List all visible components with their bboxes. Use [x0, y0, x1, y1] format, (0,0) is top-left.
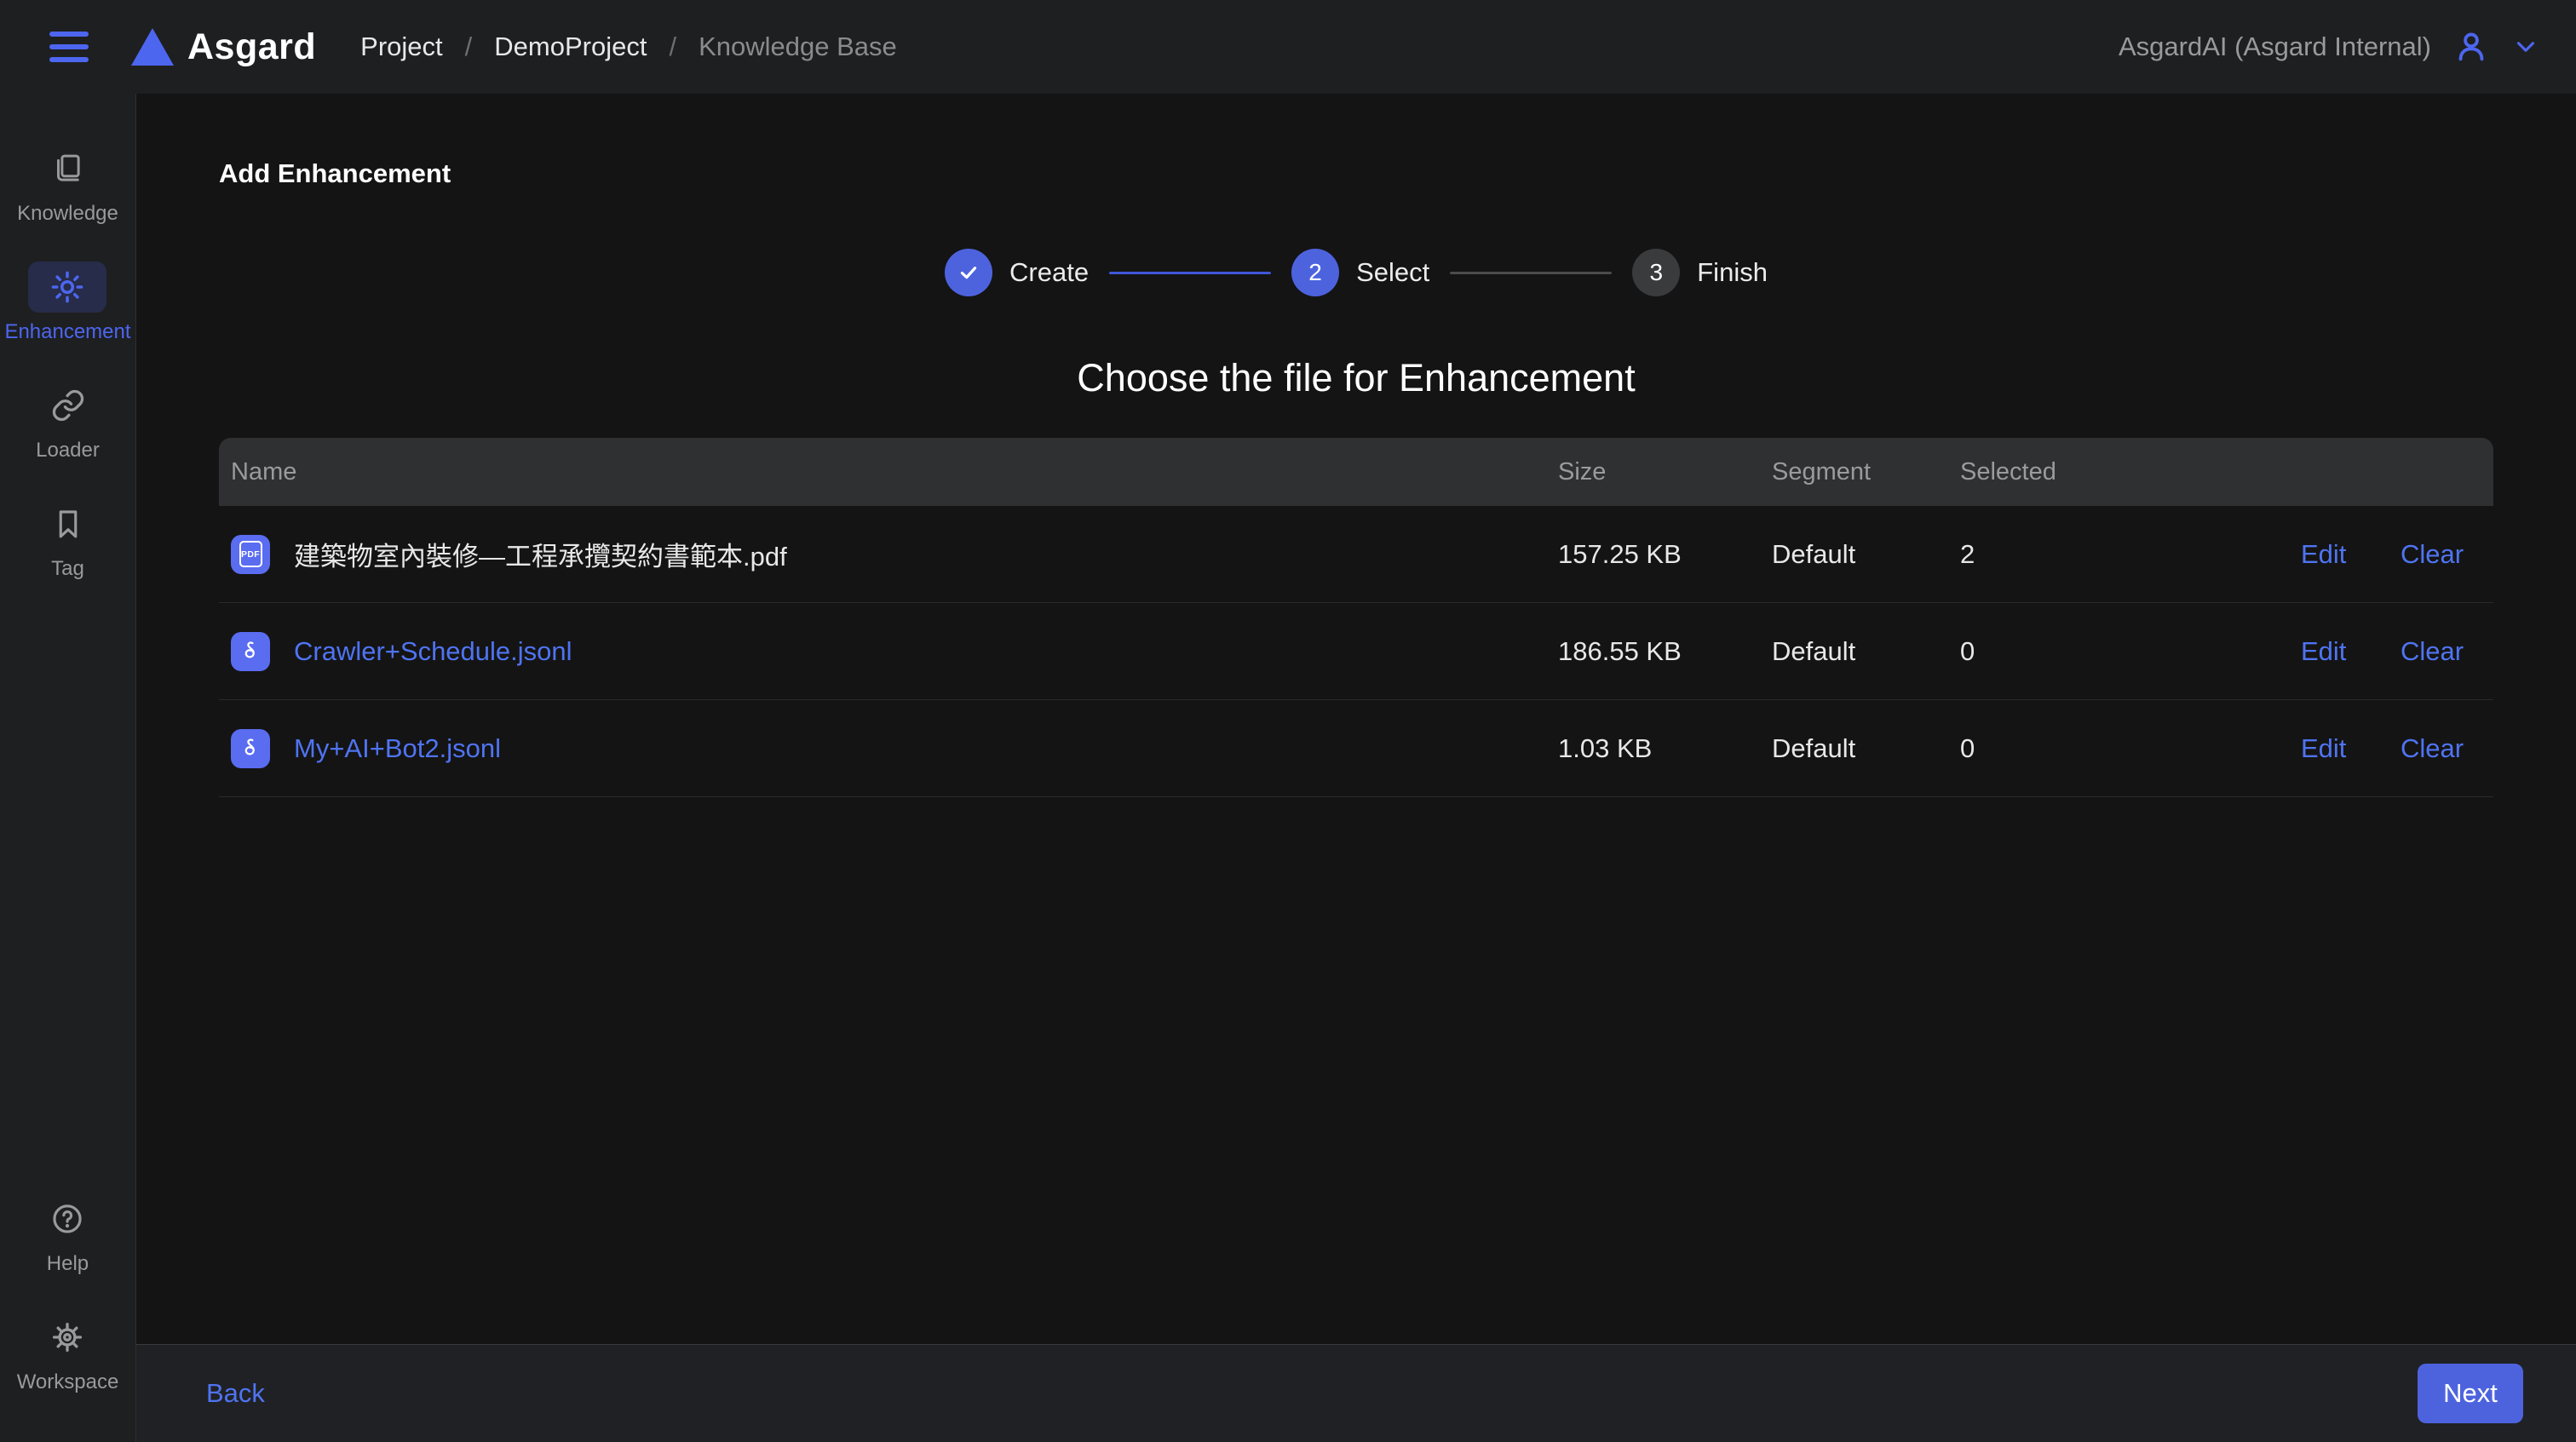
jsonl-glyph-icon — [237, 735, 264, 762]
gear-icon — [49, 1319, 85, 1355]
sidebar: Knowledge Enhancement — [0, 94, 136, 1442]
stepper: Create 2 Select 3 Finish — [136, 249, 2576, 296]
sidebar-item-label: Loader — [36, 439, 100, 462]
breadcrumb-separator: / — [465, 32, 473, 62]
table-row: PDF 建築物室內裝修—工程承攬契約書範本.pdf 157.25 KB Defa… — [219, 506, 2493, 603]
check-icon — [956, 260, 981, 285]
column-header-segment: Segment — [1772, 458, 1960, 486]
file-name: 建築物室內裝修—工程承攬契約書範本.pdf — [294, 535, 787, 573]
step-circle-active: 2 — [1291, 249, 1339, 296]
jsonl-file-icon — [231, 729, 270, 768]
back-button[interactable]: Back — [206, 1378, 265, 1409]
sun-icon — [49, 269, 85, 305]
sidebar-item-label: Help — [47, 1252, 89, 1276]
edit-link[interactable]: Edit — [2301, 539, 2401, 570]
sidebar-bottom: Help Wo — [17, 1193, 119, 1430]
breadcrumb-demoproject[interactable]: DemoProject — [494, 32, 647, 62]
file-selected-count: 0 — [1960, 733, 2301, 764]
step-select: 2 Select — [1291, 249, 1429, 296]
sidebar-item-loader[interactable]: Loader — [29, 380, 107, 462]
table-row: My+AI+Bot2.jsonl 1.03 KB Default 0 Edit … — [219, 700, 2493, 797]
bookmark-icon — [50, 506, 86, 542]
column-header-size: Size — [1558, 458, 1772, 486]
help-circle-icon — [49, 1201, 85, 1237]
logo-text: Asgard — [187, 26, 316, 68]
account-menu[interactable]: AsgardAI (Asgard Internal) — [2119, 27, 2540, 66]
file-name-link[interactable]: My+AI+Bot2.jsonl — [294, 733, 501, 764]
section-heading: Choose the file for Enhancement — [136, 356, 2576, 400]
table-header: Name Size Segment Selected — [219, 438, 2493, 506]
hamburger-menu-icon[interactable] — [49, 32, 89, 62]
account-label: AsgardAI (Asgard Internal) — [2119, 32, 2431, 62]
column-header-name: Name — [231, 458, 1558, 486]
jsonl-file-icon — [231, 632, 270, 671]
breadcrumb-project[interactable]: Project — [360, 32, 442, 62]
sidebar-item-label: Workspace — [17, 1370, 119, 1394]
file-selected-count: 0 — [1960, 636, 2301, 667]
step-circle-complete — [945, 249, 992, 296]
table-row: Crawler+Schedule.jsonl 186.55 KB Default… — [219, 603, 2493, 700]
next-button[interactable]: Next — [2418, 1364, 2523, 1423]
file-size: 157.25 KB — [1558, 539, 1772, 570]
breadcrumb-separator: / — [669, 32, 676, 62]
sidebar-item-help[interactable]: Help — [28, 1193, 106, 1276]
file-segment: Default — [1772, 539, 1960, 570]
clear-link[interactable]: Clear — [2401, 636, 2493, 667]
step-create: Create — [945, 249, 1089, 296]
step-label: Create — [1009, 257, 1089, 288]
file-selected-count: 2 — [1960, 539, 2301, 570]
sidebar-item-enhancement[interactable]: Enhancement — [4, 261, 130, 344]
breadcrumb: Project / DemoProject / Knowledge Base — [360, 32, 897, 62]
main-content: Add Enhancement Create 2 Select 3 Finish — [136, 94, 2576, 1344]
triangle-logo-icon — [131, 28, 174, 66]
file-size: 186.55 KB — [1558, 636, 1772, 667]
page-title: Add Enhancement — [219, 158, 2576, 189]
column-header-selected: Selected — [1960, 458, 2301, 486]
sidebar-item-knowledge[interactable]: Knowledge — [17, 143, 118, 226]
link-icon — [50, 388, 86, 423]
file-table: Name Size Segment Selected PDF 建築物室內裝修—工… — [219, 438, 2493, 797]
file-segment: Default — [1772, 636, 1960, 667]
sidebar-item-workspace[interactable]: Workspace — [17, 1312, 119, 1394]
app-logo[interactable]: Asgard — [131, 26, 316, 68]
top-bar: Asgard Project / DemoProject / Knowledge… — [0, 0, 2576, 94]
step-connector — [1109, 272, 1271, 274]
edit-link[interactable]: Edit — [2301, 733, 2401, 764]
sidebar-item-tag[interactable]: Tag — [29, 498, 107, 581]
pdf-badge-label: PDF — [239, 541, 262, 567]
step-connector — [1450, 272, 1612, 274]
breadcrumb-knowledge-base: Knowledge Base — [699, 32, 897, 62]
sidebar-item-label: Enhancement — [4, 320, 130, 344]
clear-link[interactable]: Clear — [2401, 733, 2493, 764]
step-circle-pending: 3 — [1632, 249, 1680, 296]
file-size: 1.03 KB — [1558, 733, 1772, 764]
file-segment: Default — [1772, 733, 1960, 764]
active-item-highlight — [28, 261, 106, 313]
sidebar-item-label: Knowledge — [17, 202, 118, 226]
book-icon — [49, 151, 85, 187]
user-icon[interactable] — [2452, 27, 2491, 66]
footer-bar: Back Next — [136, 1344, 2576, 1442]
jsonl-glyph-icon — [237, 638, 264, 665]
step-finish: 3 Finish — [1632, 249, 1768, 296]
pdf-file-icon: PDF — [231, 535, 270, 574]
edit-link[interactable]: Edit — [2301, 636, 2401, 667]
app-window: Asgard Project / DemoProject / Knowledge… — [0, 0, 2576, 1442]
step-label: Select — [1356, 257, 1429, 288]
sidebar-item-label: Tag — [51, 557, 84, 581]
clear-link[interactable]: Clear — [2401, 539, 2493, 570]
file-name-link[interactable]: Crawler+Schedule.jsonl — [294, 636, 572, 667]
chevron-down-icon[interactable] — [2511, 32, 2540, 61]
step-label: Finish — [1697, 257, 1768, 288]
